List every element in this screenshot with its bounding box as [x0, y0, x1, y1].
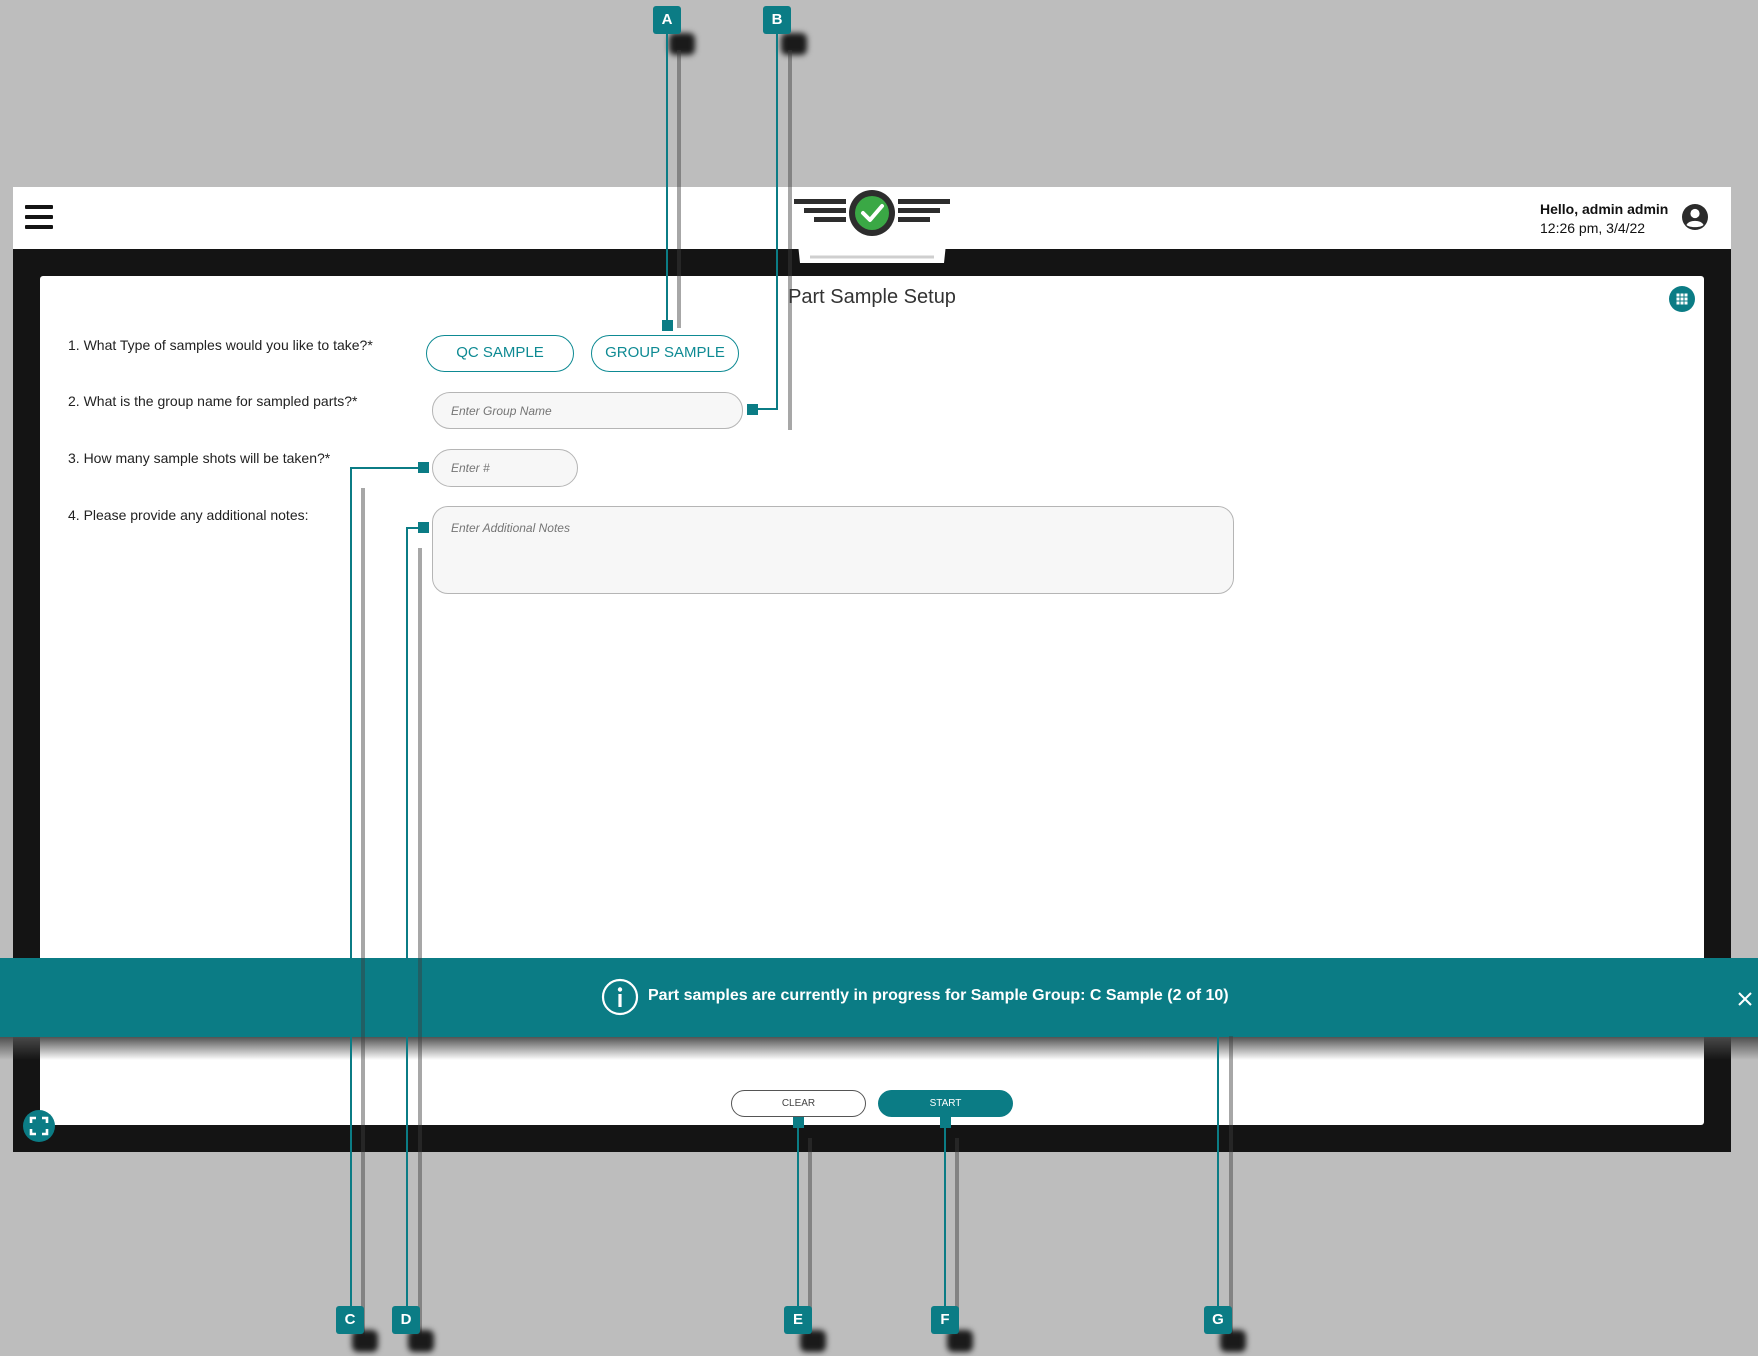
logo-icon: [792, 187, 952, 263]
callout-a-line-shadow: [677, 50, 681, 328]
hamburger-menu-icon[interactable]: [25, 205, 53, 229]
callout-a-shadow: [669, 33, 695, 55]
question-group-name: 2. What is the group name for sampled pa…: [68, 393, 358, 409]
info-icon: [601, 978, 639, 1016]
callout-d-badge: D: [392, 1306, 420, 1334]
callout-g-badge: G: [1204, 1306, 1232, 1334]
start-button[interactable]: START: [878, 1090, 1013, 1117]
callout-c-line: [350, 467, 352, 1321]
callout-e-line: [797, 1122, 799, 1322]
question-additional-notes: 4. Please provide any additional notes:: [68, 507, 309, 523]
callout-b-line-shadow: [788, 50, 792, 430]
question-sample-shots: 3. How many sample shots will be taken?*: [68, 450, 331, 466]
user-account-icon[interactable]: [1681, 203, 1709, 231]
callout-f-anchor: [940, 1117, 951, 1128]
page-title: Part Sample Setup: [788, 286, 956, 308]
callout-f-badge: F: [931, 1306, 959, 1334]
sample-shots-input[interactable]: [432, 449, 578, 487]
callout-c-anchor: [418, 462, 429, 473]
close-icon[interactable]: [1734, 988, 1756, 1010]
callout-e-anchor: [793, 1117, 804, 1128]
callout-b-anchor: [747, 404, 758, 415]
callout-c-badge: C: [336, 1306, 364, 1334]
callout-c-line-h: [350, 467, 426, 469]
banner-message: Part samples are currently in progress f…: [648, 987, 1229, 1004]
group-sample-button[interactable]: GROUP SAMPLE: [591, 335, 739, 372]
callout-c-line-shadow: [361, 488, 365, 1338]
callout-b-line: [776, 30, 778, 410]
qc-sample-button[interactable]: QC SAMPLE: [426, 335, 574, 372]
callout-d-anchor: [418, 522, 429, 533]
callout-a-line: [666, 30, 668, 325]
callout-a-anchor: [662, 320, 673, 331]
group-name-input[interactable]: [432, 392, 743, 429]
callout-b-shadow: [781, 33, 807, 55]
callout-g-line: [1217, 1014, 1219, 1322]
callout-e-badge: E: [784, 1306, 812, 1334]
callout-g-line-shadow: [1229, 1036, 1233, 1338]
callout-a-badge: A: [653, 6, 681, 34]
callout-g-anchor: [1213, 1009, 1224, 1020]
fullscreen-icon[interactable]: [22, 1109, 56, 1143]
additional-notes-textarea[interactable]: [432, 506, 1234, 594]
question-sample-type: 1. What Type of samples would you like t…: [68, 337, 373, 353]
callout-d-line: [406, 527, 408, 1321]
current-datetime: 12:26 pm, 3/4/22: [1540, 220, 1646, 236]
banner-shadow: [0, 1036, 1758, 1060]
callout-f-line: [944, 1122, 946, 1322]
callout-d-line-shadow: [418, 548, 422, 1338]
grid-apps-icon[interactable]: [1669, 286, 1695, 312]
clear-button[interactable]: CLEAR: [731, 1090, 866, 1117]
callout-b-badge: B: [763, 6, 791, 34]
user-greeting: Hello, admin admin: [1540, 201, 1669, 217]
